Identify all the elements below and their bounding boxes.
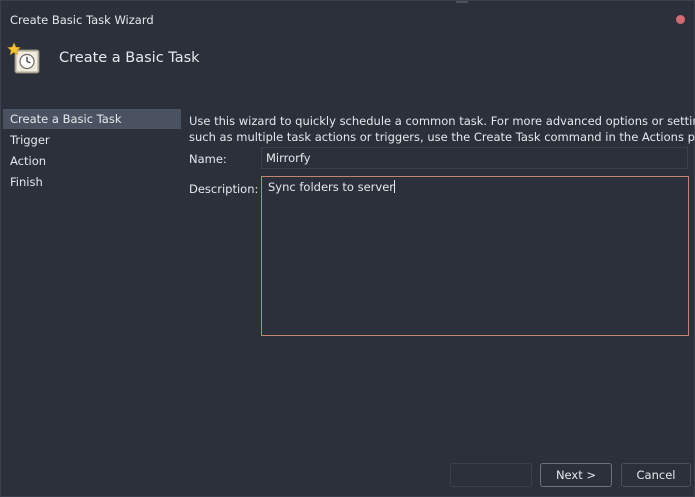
name-label: Name: (189, 152, 227, 166)
description-label: Description: (189, 182, 259, 196)
task-scheduler-clock-icon (7, 42, 40, 74)
wizard-window: Create Basic Task Wizard Create a Basic … (0, 0, 695, 497)
wizard-header: Create a Basic Task (1, 37, 694, 89)
name-field[interactable]: Mirrorfy (261, 147, 688, 169)
description-field[interactable]: Sync folders to server (261, 176, 689, 336)
window-title: Create Basic Task Wizard (10, 13, 154, 27)
next-button[interactable]: Next > (540, 463, 612, 487)
step-finish[interactable]: Finish (3, 172, 181, 192)
name-value: Mirrorfy (266, 151, 311, 165)
title-bar-mark (456, 1, 468, 3)
text-caret (394, 180, 396, 193)
intro-text: Use this wizard to quickly schedule a co… (189, 114, 695, 145)
description-value: Sync folders to server (268, 180, 395, 194)
back-button[interactable] (450, 463, 532, 487)
title-bar: Create Basic Task Wizard (1, 1, 694, 37)
wizard-steps: Create a Basic Task Trigger Action Finis… (1, 109, 181, 193)
intro-line-1: Use this wizard to quickly schedule a co… (189, 114, 695, 128)
step-trigger[interactable]: Trigger (3, 130, 181, 150)
cancel-button[interactable]: Cancel (621, 463, 691, 487)
step-action[interactable]: Action (3, 151, 181, 171)
page-title: Create a Basic Task (59, 50, 200, 66)
step-create-basic-task[interactable]: Create a Basic Task (3, 109, 181, 129)
close-button[interactable] (676, 15, 685, 24)
intro-line-2: such as multiple task actions or trigger… (189, 129, 695, 144)
